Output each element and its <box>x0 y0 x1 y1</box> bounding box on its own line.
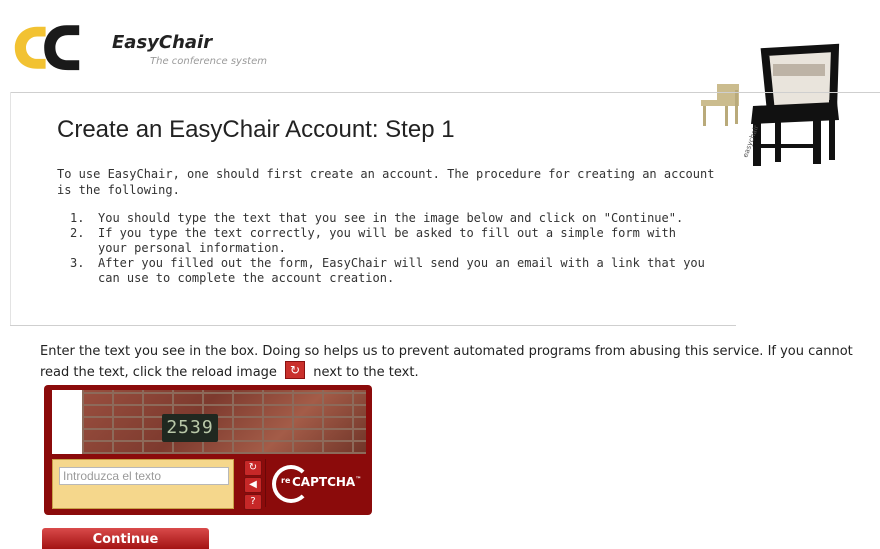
step-item: 3. After you filled out the form, EasyCh… <box>70 256 710 286</box>
continue-button[interactable]: Continue <box>42 528 209 549</box>
intro-text: To use EasyChair, one should first creat… <box>57 167 715 197</box>
brand-tagline: The conference system <box>150 56 267 67</box>
captcha-brick-wall <box>82 390 366 454</box>
recaptcha-wordmark: CAPTCHA™ <box>292 475 361 489</box>
captcha-image: 2539 <box>52 390 366 454</box>
audio-icon: ◀ <box>249 479 257 490</box>
captcha-code: 2539 <box>166 417 214 438</box>
content-divider <box>10 325 736 326</box>
reload-inline-glyph: ↻ <box>290 363 301 377</box>
steps-list: 1. You should type the text that you see… <box>70 211 710 286</box>
step-item: 1. You should type the text that you see… <box>70 211 710 226</box>
controls-divider <box>265 459 266 507</box>
recaptcha-prefix: re <box>281 476 291 485</box>
page: EasyChair The conference system easychai… <box>0 0 880 549</box>
large-chair-icon <box>751 43 840 166</box>
step-number: 2. <box>70 226 85 240</box>
captcha-instructions: Enter the text you see in the box. Doing… <box>40 343 878 382</box>
captcha-input[interactable] <box>59 467 229 485</box>
recaptcha-word: CAPTCHA <box>292 475 356 489</box>
step-item: 2. If you type the text correctly, you w… <box>70 226 710 256</box>
easychair-logo-icon <box>14 25 80 71</box>
reload-icon: ↻ <box>248 462 258 473</box>
step-number: 3. <box>70 256 85 270</box>
step-number: 1. <box>70 211 85 225</box>
brand-name: EasyChair <box>112 32 213 53</box>
recaptcha-logo: re CAPTCHA™ <box>272 465 364 503</box>
reload-button[interactable]: ↻ <box>244 460 262 476</box>
help-icon: ? <box>250 496 256 507</box>
easychair-logo[interactable]: EasyChair The conference system <box>12 12 282 82</box>
reload-image-icon: ↻ <box>285 361 306 379</box>
step-text: After you filled out the form, EasyChair… <box>98 256 705 285</box>
captcha-input-area <box>52 459 234 509</box>
recaptcha-trademark: ™ <box>355 476 362 483</box>
help-button[interactable]: ? <box>244 494 262 510</box>
audio-button[interactable]: ◀ <box>244 477 262 493</box>
recaptcha-widget: 2539 ↻ ◀ ? re CAPTCHA™ <box>44 385 372 515</box>
step-text: You should type the text that you see in… <box>98 211 684 225</box>
captcha-instructions-tail: next to the text. <box>313 365 419 380</box>
captcha-instructions-text: Enter the text you see in the box. Doing… <box>40 344 853 380</box>
page-title: Create an EasyChair Account: Step 1 <box>57 116 455 143</box>
step-text: If you type the text correctly, you will… <box>98 226 676 255</box>
